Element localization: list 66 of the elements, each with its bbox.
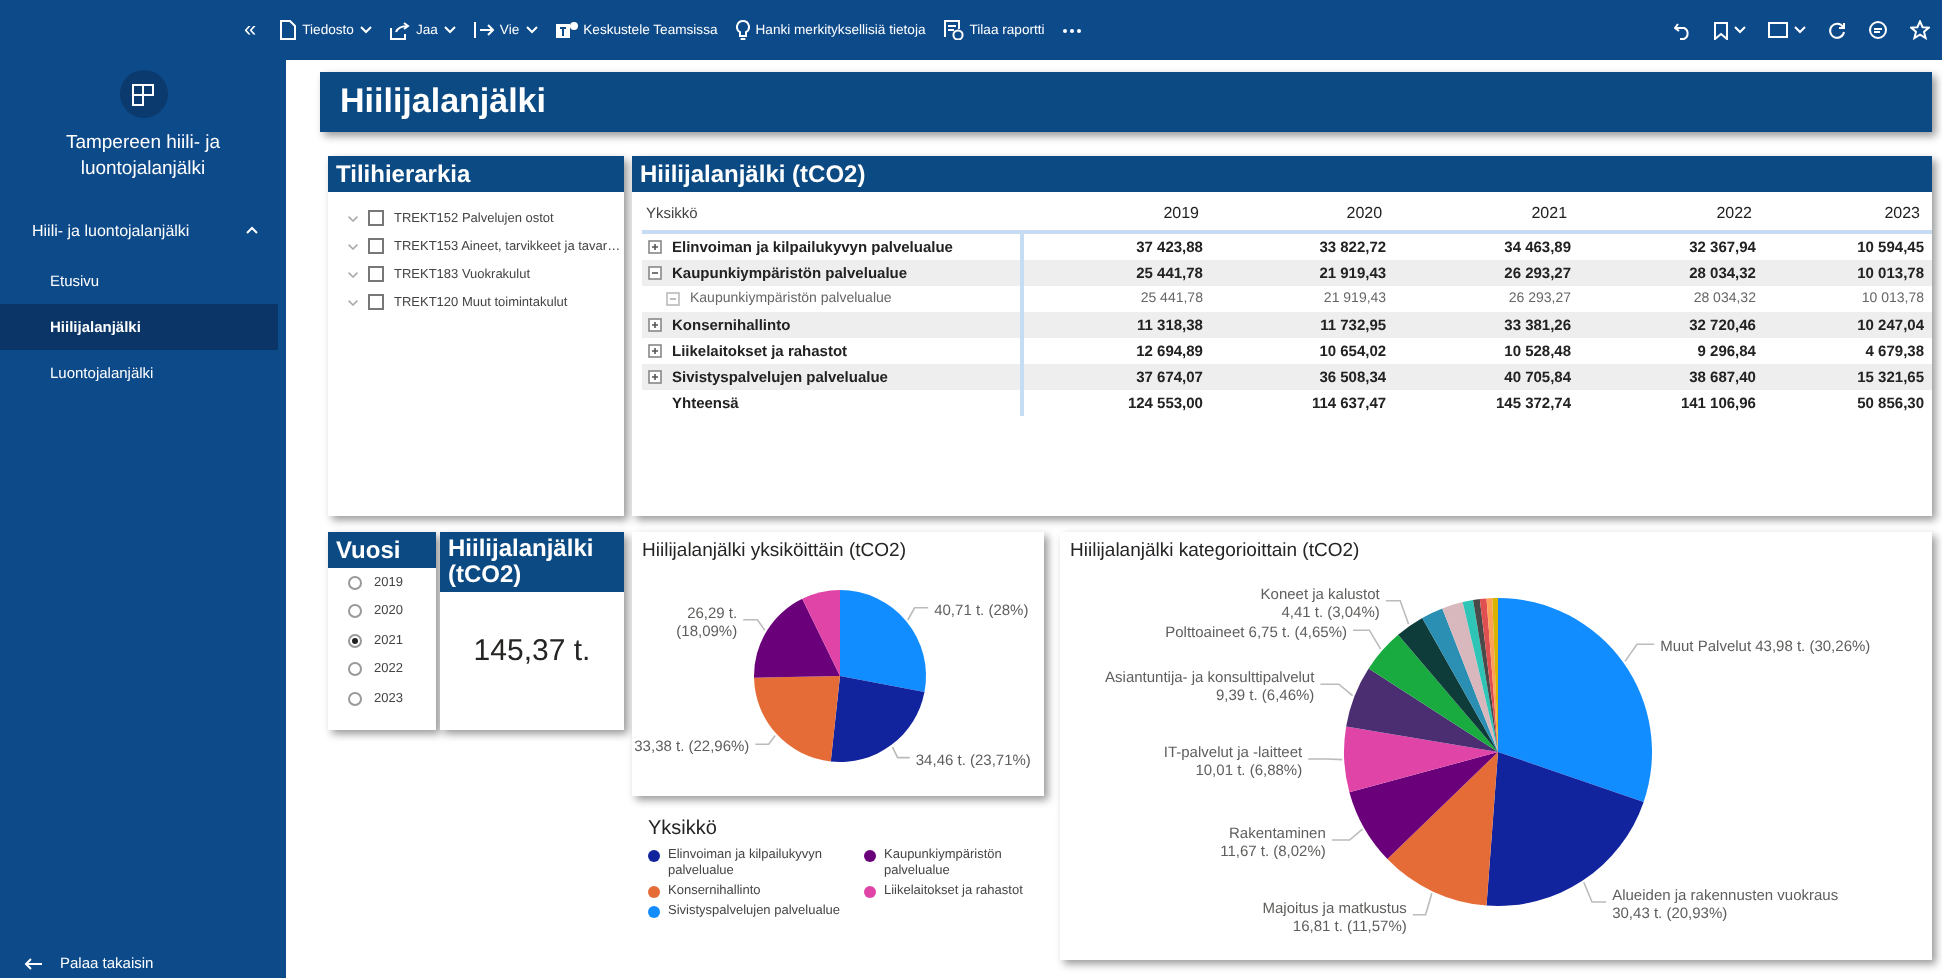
- radio-button[interactable]: [348, 633, 362, 648]
- chat-icon: [555, 20, 578, 40]
- comment-icon[interactable]: [1868, 20, 1888, 40]
- expand-icon[interactable]: [648, 240, 662, 254]
- panel-title: Hiilijalanjälki (tCO2): [632, 156, 1932, 192]
- checkbox[interactable]: [368, 294, 384, 310]
- expand-icon[interactable]: [648, 344, 662, 358]
- leader-line: [754, 734, 776, 745]
- chevron-icon[interactable]: [348, 243, 358, 249]
- subscribe-icon: [943, 20, 964, 40]
- view-button[interactable]: [1768, 22, 1806, 38]
- chart-title: Hiilijalanjälki yksiköittäin (tCO2): [640, 538, 908, 562]
- undo-icon[interactable]: [1674, 21, 1692, 39]
- radio-button[interactable]: [348, 662, 362, 677]
- column-header: 2022: [1579, 198, 1764, 232]
- bookmark-button[interactable]: [1714, 21, 1746, 39]
- page-title: Hiilijalanjälki: [320, 72, 1932, 132]
- leader-line: [1412, 892, 1433, 916]
- checkbox[interactable]: [368, 210, 384, 226]
- back-arrow-icon: [24, 957, 42, 969]
- leader-line: [907, 607, 929, 621]
- leader-line: [742, 619, 766, 631]
- export-icon: [473, 22, 494, 38]
- leader-line: [1307, 758, 1343, 761]
- radio-button[interactable]: [348, 691, 362, 706]
- share-icon: [389, 21, 410, 39]
- refresh-icon[interactable]: [1828, 21, 1846, 39]
- bookmark-icon: [1714, 21, 1728, 39]
- chart-title: Hiilijalanjälki kategorioittain (tCO2): [1068, 538, 1362, 562]
- column-header: 2021: [1394, 198, 1580, 232]
- leader-line: [891, 746, 911, 759]
- leader-line: [1331, 828, 1364, 841]
- leader-line: [1385, 600, 1410, 625]
- document-icon: [280, 20, 297, 40]
- panel-title: Tilihierarkia: [328, 156, 624, 192]
- report-icon: [132, 83, 154, 105]
- radio-button[interactable]: [348, 604, 362, 619]
- expand-icon[interactable]: [648, 318, 662, 332]
- leader-line: [1624, 643, 1655, 663]
- radio-button[interactable]: [348, 575, 362, 590]
- checkbox[interactable]: [368, 266, 384, 282]
- checkbox[interactable]: [368, 238, 384, 254]
- collapse-icon[interactable]: [648, 266, 662, 280]
- window-icon: [1768, 22, 1788, 38]
- panel-title: Hiilijalanjälki (tCO2): [440, 532, 624, 592]
- app-title: Tampereen hiili- ja luontojalanjälki: [63, 130, 223, 182]
- collapse-button[interactable]: «: [244, 18, 257, 42]
- leader-line: [1319, 683, 1354, 697]
- lightbulb-icon: [735, 20, 750, 40]
- chevron-icon[interactable]: [348, 299, 358, 305]
- column-header: 2020: [1210, 198, 1395, 232]
- kpi-value: 145,37 t.: [473, 634, 591, 668]
- caret-icon: [1794, 26, 1806, 34]
- nav-section[interactable]: Hiili- ja luontojalanjälki: [0, 216, 286, 244]
- column-header: 2019: [1022, 198, 1211, 232]
- leader-line: [1583, 881, 1607, 903]
- panel-title: Vuosi: [328, 532, 436, 568]
- legend-title: Yksikkö: [648, 818, 719, 840]
- chevron-icon[interactable]: [348, 271, 358, 277]
- star-icon[interactable]: [1910, 20, 1930, 40]
- expand-icon[interactable]: [648, 370, 662, 384]
- column-header: 2023: [1763, 198, 1932, 232]
- leader-line: [1352, 629, 1382, 650]
- caret-icon: [1734, 26, 1746, 34]
- chevron-icon[interactable]: [348, 215, 358, 221]
- more-icon[interactable]: [1062, 27, 1083, 33]
